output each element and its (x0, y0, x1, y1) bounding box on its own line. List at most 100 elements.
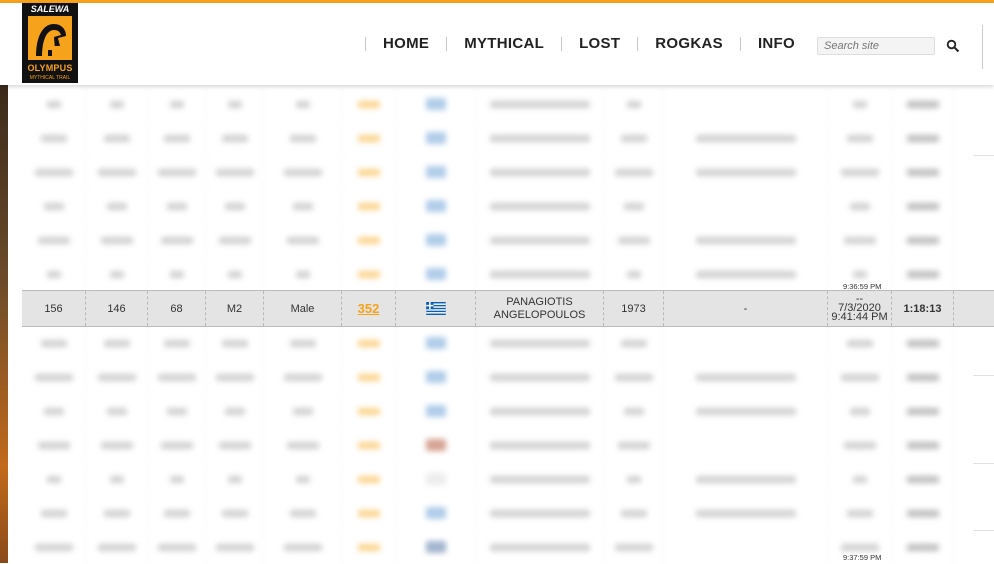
table-row (22, 121, 994, 155)
blurred-cell (342, 394, 396, 428)
logo-tagline: MYTHICAL TRAIL (29, 74, 71, 81)
nav-rogkas[interactable]: ROGKAS (655, 35, 723, 52)
blurred-cell (86, 257, 148, 291)
blurred-text (840, 373, 879, 381)
blurred-cell (396, 257, 476, 291)
site-logo[interactable]: SALEWA OLYMPUS MYTHICAL TRAIL (22, 3, 78, 83)
blurred-cell (86, 189, 148, 223)
blurred-text (169, 100, 184, 108)
blurred-text (906, 134, 939, 142)
blurred-cell (148, 360, 206, 394)
blurred-text (906, 373, 939, 381)
blurred-cell (396, 189, 476, 223)
blurred-text (357, 373, 380, 381)
blurred-cell (22, 189, 86, 223)
blurred-cell (892, 121, 954, 155)
blurred-cell (604, 87, 664, 121)
blurred-cell (476, 326, 604, 360)
blurred-cell (86, 326, 148, 360)
first-name: PANAGIOTIS (506, 295, 573, 308)
blurred-cell (342, 155, 396, 189)
blurred-text (695, 168, 796, 176)
blurred-text (852, 475, 867, 483)
blurred-cell (892, 326, 954, 360)
blurred-cell (664, 530, 828, 564)
blurred-cell (342, 189, 396, 223)
blurred-cell (664, 360, 828, 394)
birth-year-cell: 1973 (604, 291, 664, 326)
blurred-cell (892, 155, 954, 189)
blurred-cell (264, 394, 342, 428)
blurred-text (626, 475, 641, 483)
blurred-text (614, 543, 653, 551)
blurred-text (109, 475, 124, 483)
blurred-text (623, 407, 644, 415)
blurred-text (489, 475, 590, 483)
blurred-text (695, 236, 796, 244)
blurred-text (425, 405, 446, 417)
blurred-cell (828, 189, 892, 223)
blurred-cell (828, 394, 892, 428)
blurred-text (37, 441, 70, 449)
nav-separator (637, 36, 639, 51)
blurred-text (221, 134, 248, 142)
blurred-text (849, 407, 870, 415)
blurred-text (283, 373, 322, 381)
blurred-cell (86, 394, 148, 428)
table-row (22, 326, 994, 360)
country-cell (396, 291, 476, 326)
blurred-text (425, 439, 446, 451)
finish-datetime-cell: -- 7/3/2020 9:41:44 PM (828, 291, 892, 326)
blurred-cell (396, 394, 476, 428)
blurred-cell (206, 326, 264, 360)
search-icon[interactable] (946, 39, 960, 53)
blurred-text (215, 373, 254, 381)
blurred-cell (206, 462, 264, 496)
blurred-text (292, 407, 313, 415)
blurred-text (227, 100, 242, 108)
blurred-text (614, 373, 653, 381)
nav-info[interactable]: INFO (758, 35, 795, 52)
bib-link[interactable]: 352 (358, 301, 380, 316)
blurred-text (906, 270, 939, 278)
blurred-cell (86, 121, 148, 155)
blurred-cell (396, 223, 476, 257)
blurred-text (357, 441, 380, 449)
blurred-cell (206, 360, 264, 394)
blurred-text (43, 407, 64, 415)
blurred-text (846, 134, 873, 142)
blurred-cell (148, 87, 206, 121)
blurred-text (109, 100, 124, 108)
blurred-text (840, 543, 879, 551)
blurred-cell (892, 530, 954, 564)
nav-lost[interactable]: LOST (579, 35, 620, 52)
search-input[interactable] (817, 37, 935, 55)
blurred-text (489, 270, 590, 278)
blurred-text (617, 236, 650, 244)
nav-mythical[interactable]: MYTHICAL (464, 35, 544, 52)
blurred-cell (206, 189, 264, 223)
blurred-text (357, 543, 380, 551)
nav-home[interactable]: HOME (383, 35, 429, 52)
blurred-cell (476, 462, 604, 496)
blurred-text (169, 270, 184, 278)
blurred-text (166, 202, 187, 210)
blurred-cell (22, 496, 86, 530)
blurred-text (620, 339, 647, 347)
blurred-cell (604, 530, 664, 564)
blurred-cell (476, 155, 604, 189)
rank-cell: 156 (22, 291, 86, 326)
blurred-text (695, 509, 796, 517)
blurred-text (292, 202, 313, 210)
blurred-cell (664, 462, 828, 496)
blurred-cell (664, 223, 828, 257)
blurred-text (489, 236, 590, 244)
table-row-highlighted[interactable]: 156 146 68 M2 Male 352 PANAGIOTIS ANGELO… (22, 290, 994, 327)
blurred-cell (148, 257, 206, 291)
blurred-text (695, 134, 796, 142)
blurred-cell (342, 360, 396, 394)
last-name: ANGELOPOULOS (493, 308, 586, 321)
blurred-text (614, 168, 653, 176)
blurred-text (425, 200, 446, 212)
blurred-text (489, 543, 590, 551)
